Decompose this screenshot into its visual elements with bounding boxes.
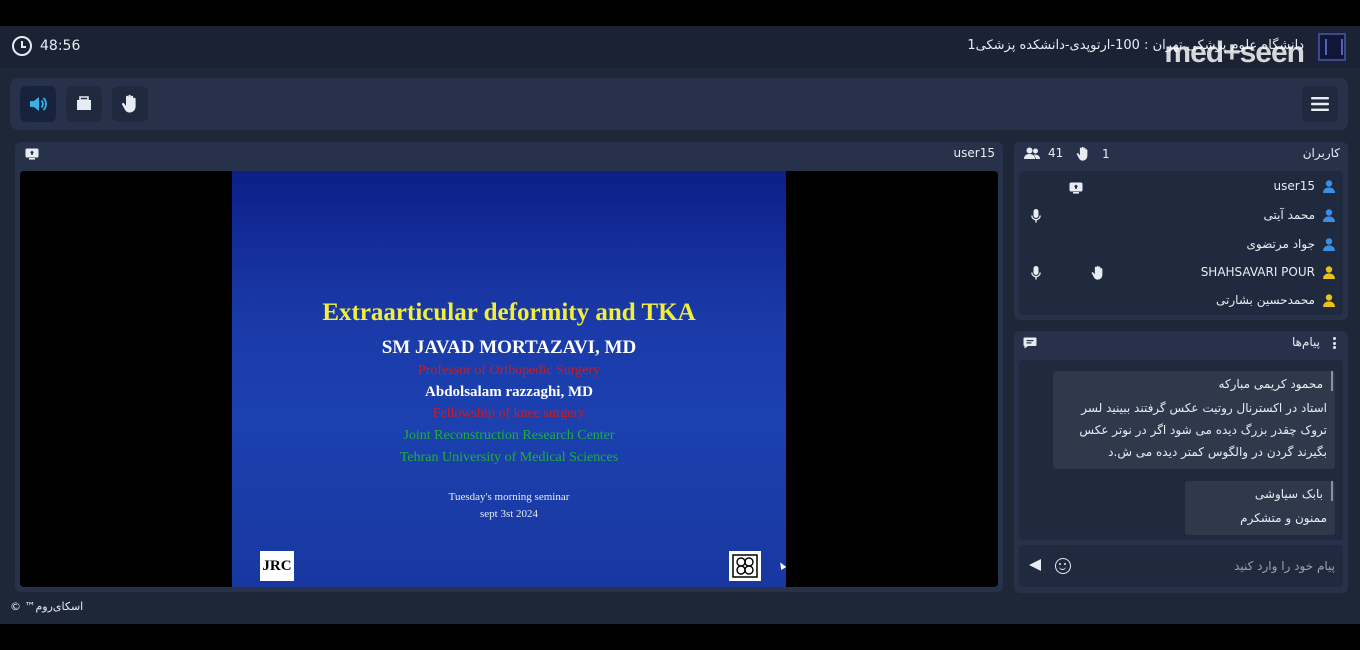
users-panel: 41 1 کاربران user15 محمد آیتی جواد مرتضو… xyxy=(1014,142,1348,320)
speaker-icon xyxy=(30,97,47,111)
chat-panel-title: پیام‌ها xyxy=(1291,335,1320,349)
presenter-name: user15 xyxy=(953,146,995,160)
message-author: محمود کریمی مبارکه xyxy=(1053,371,1333,391)
screen-share-icon xyxy=(1069,182,1083,194)
message-author: بابک سیاوشی xyxy=(1185,481,1333,501)
user-icon xyxy=(1323,266,1335,279)
slide-author-role: Professor of Orthopedic Surgery xyxy=(417,363,601,378)
chat-options-icon[interactable] xyxy=(1333,337,1336,349)
hand-icon xyxy=(1076,146,1088,161)
user-row[interactable]: محمد آیتی xyxy=(1019,202,1343,230)
jrc-logo: JRC xyxy=(260,551,294,581)
raised-hands-value: 1 xyxy=(1102,147,1110,161)
message-input[interactable] xyxy=(1079,552,1335,580)
raised-hands-count: 1 xyxy=(1076,146,1110,162)
slide-center: Joint Reconstruction Research Center xyxy=(403,428,615,443)
stage-header: user15 xyxy=(15,142,1003,168)
user-icon xyxy=(1323,238,1335,251)
user-name: جواد مرتضوی xyxy=(1246,237,1316,251)
participants-count-value: 41 xyxy=(1048,146,1064,160)
screen-share-video[interactable]: Extraarticular deformity and TKA SM JAVA… xyxy=(20,171,998,587)
folder-icon xyxy=(77,96,91,110)
session-timer: 48:56 xyxy=(12,36,80,56)
slide-university: Tehran University of Medical Sciences xyxy=(399,450,619,465)
slide-author: SM JAVAD MORTAZAVI, MD xyxy=(381,337,637,358)
microphone-icon xyxy=(1031,209,1041,223)
files-button[interactable] xyxy=(66,86,102,122)
toolbar xyxy=(10,78,1348,130)
screen-root: 48:56 دانشگاه علوم پزشکی تهران : 100-ارت… xyxy=(0,0,1360,650)
participants-count: 41 xyxy=(1024,146,1063,160)
university-logo-icon xyxy=(1318,33,1346,61)
message-text: ممنون و متشکرم xyxy=(1240,511,1327,525)
main-menu-button[interactable] xyxy=(1302,86,1338,122)
participants-icon xyxy=(1024,147,1040,159)
user-name: محمد آیتی xyxy=(1263,208,1315,222)
raise-hand-button[interactable] xyxy=(112,86,148,122)
hand-icon xyxy=(121,94,136,113)
audio-button[interactable] xyxy=(20,86,56,122)
presentation-slide: Extraarticular deformity and TKA SM JAVA… xyxy=(232,171,786,587)
user-icon xyxy=(1323,294,1335,307)
chat-message: بابک سیاوشی ممنون و متشکرم xyxy=(1185,481,1335,535)
screen-share-icon[interactable] xyxy=(25,148,39,160)
message-text: استاد در اکسترنال روتیت عکس گرفتند ببینی… xyxy=(1079,401,1327,459)
chat-panel: پیام‌ها محمود کریمی مبارکه استاد در اکست… xyxy=(1014,331,1348,593)
app-window: 48:56 دانشگاه علوم پزشکی تهران : 100-ارت… xyxy=(0,26,1360,624)
hamburger-menu-icon xyxy=(1311,97,1329,111)
clock-icon xyxy=(12,36,32,56)
timer-value: 48:56 xyxy=(40,38,81,54)
top-bar: 48:56 دانشگاه علوم پزشکی تهران : 100-ارت… xyxy=(0,26,1360,68)
send-icon[interactable] xyxy=(1029,559,1041,571)
user-icon xyxy=(1323,180,1335,193)
slide-coauthor: Abdolsalam razzaghi, MD xyxy=(425,384,593,400)
messages-list: محمود کریمی مبارکه استاد در اکسترنال روت… xyxy=(1019,360,1343,540)
slide-date: sept 3st 2024 xyxy=(479,508,539,520)
raised-hand-icon xyxy=(1091,265,1103,280)
user-name: محمدحسین بشارتی xyxy=(1216,293,1315,307)
footer-copyright: اسکای‌روم™ © xyxy=(10,600,84,613)
users-header: 41 1 کاربران xyxy=(1014,142,1348,168)
user-name: user15 xyxy=(1273,179,1315,193)
slide-coauthor-role: Fellowship of knee surgery xyxy=(432,406,586,421)
users-list: user15 محمد آیتی جواد مرتضوی SHAHSAVARI … xyxy=(1019,171,1343,315)
message-composer xyxy=(1019,545,1343,587)
tums-logo-icon xyxy=(729,551,761,581)
slide-title: Extraarticular deformity and TKA xyxy=(322,299,696,326)
microphone-icon xyxy=(1031,266,1041,280)
slide-seminar: Tuesday's morning seminar xyxy=(448,491,570,503)
user-name: SHAHSAVARI POUR xyxy=(1200,265,1315,279)
chat-message: محمود کریمی مبارکه استاد در اکسترنال روت… xyxy=(1053,371,1335,469)
user-icon xyxy=(1323,209,1335,222)
brand-logo: med+seen xyxy=(1164,36,1305,69)
jrc-logo-text: JRC xyxy=(262,557,292,574)
shared-screen-panel: user15 Extraarticular deformity and TKA … xyxy=(15,142,1003,592)
user-row[interactable]: SHAHSAVARI POUR xyxy=(1019,259,1343,287)
user-row[interactable]: محمدحسین بشارتی xyxy=(1019,287,1343,315)
user-row[interactable]: user15 xyxy=(1019,173,1343,201)
emoji-icon[interactable] xyxy=(1055,558,1071,574)
chat-bubble-icon xyxy=(1023,337,1037,349)
user-row[interactable]: جواد مرتضوی xyxy=(1019,231,1343,259)
brand-text: med+seen xyxy=(1164,36,1305,69)
users-panel-title: کاربران xyxy=(1302,146,1340,160)
